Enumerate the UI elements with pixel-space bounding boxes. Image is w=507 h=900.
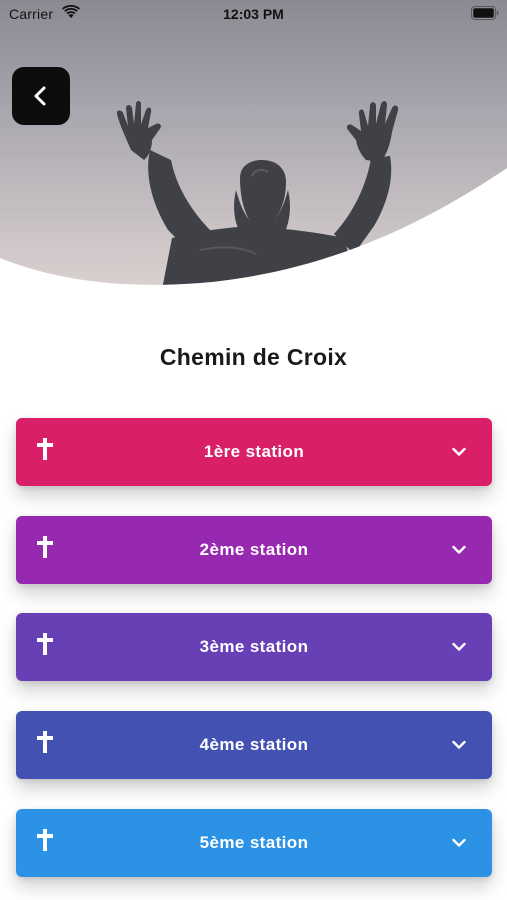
screen: Carrier 12:03 PM Chemin de Croix 1ère st…	[0, 0, 507, 900]
station-4-item[interactable]: 4ème station	[16, 711, 492, 779]
chevron-down-icon[interactable]	[452, 740, 466, 750]
station-label: 3ème station	[199, 637, 309, 656]
status-bar: Carrier 12:03 PM	[0, 0, 507, 28]
chevron-down-icon[interactable]	[452, 447, 466, 457]
station-label: 2ème station	[199, 540, 309, 559]
battery-icon	[471, 6, 499, 20]
station-label: 1ère station	[203, 442, 305, 461]
clock: 12:03 PM	[223, 6, 284, 22]
back-button[interactable]	[12, 67, 70, 125]
station-1-item[interactable]: 1ère station	[16, 418, 492, 486]
station-3-item[interactable]: 3ème station	[16, 613, 492, 681]
chevron-down-icon[interactable]	[452, 642, 466, 652]
station-5-item[interactable]: 5ème station	[16, 809, 492, 877]
station-label: 4ème station	[199, 735, 309, 754]
chevron-down-icon[interactable]	[452, 838, 466, 848]
station-list: 1ère station 2ème station 3ème station 4…	[0, 0, 507, 900]
chevron-left-icon	[34, 86, 46, 106]
station-label: 5ème station	[199, 833, 309, 852]
chevron-down-icon[interactable]	[452, 545, 466, 555]
station-2-item[interactable]: 2ème station	[16, 516, 492, 584]
